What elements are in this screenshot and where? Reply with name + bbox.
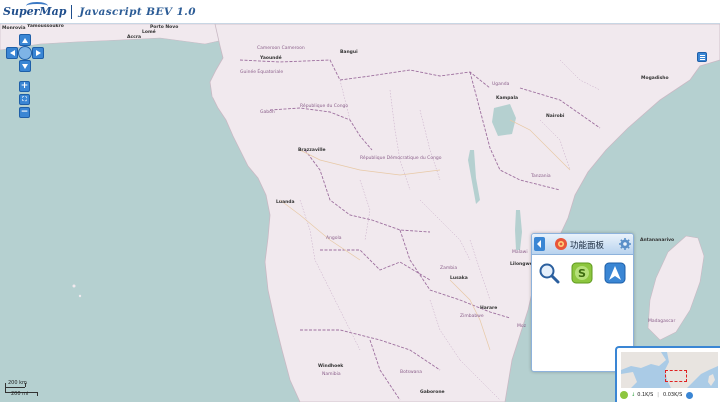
zoom-in-button[interactable]: +: [19, 81, 30, 92]
svg-text:S: S: [578, 267, 586, 280]
zoom-max-extent-button[interactable]: ⛶: [19, 94, 30, 105]
panel-logo-icon: [555, 238, 567, 250]
status-divider: |: [657, 392, 659, 398]
place-rdc: République Démocratique du Congo: [360, 156, 442, 161]
scale-tick: [25, 383, 26, 387]
place-windhoek: Windhoek: [318, 364, 344, 369]
place-monrovia: Monrovia: [2, 26, 26, 31]
place-botswana: Botswana: [400, 370, 422, 375]
s-logo-icon[interactable]: S: [571, 262, 593, 284]
logo-arc-icon: [26, 2, 48, 10]
place-kampala: Kampala: [496, 96, 519, 101]
place-antananarivo: Antananarivo: [640, 238, 675, 243]
place-mogadisho: Mogadisho: [641, 76, 669, 81]
overview-map[interactable]: ↓ 0.1K/S | 0.03K/S: [615, 346, 720, 402]
place-brazzaville: Brazzaville: [298, 148, 326, 153]
place-guinee-equatoriale: Guinée Équatoriale: [240, 70, 284, 75]
place-moz: Moz: [517, 324, 526, 329]
download-speed: 0.1K/S: [637, 392, 654, 398]
place-tanzania: Tanzania: [531, 174, 551, 179]
place-lilongwe: Lilongwe: [510, 262, 533, 267]
scale-mi-label: 200 mi: [11, 391, 29, 397]
pan-up-button[interactable]: [19, 34, 31, 46]
panel-header: 功能面板: [532, 234, 633, 255]
status-logo-icon: [620, 391, 628, 399]
place-nairobi: Nairobi: [546, 114, 565, 119]
place-angola: Angola: [326, 236, 342, 241]
place-bangui: Bangui: [340, 50, 358, 55]
scale-bar: 200 km 200 mi: [5, 380, 43, 397]
place-yamoussoukro: Yamoussoukro: [27, 24, 64, 29]
place-zimbabwe: Zimbabwe: [460, 314, 484, 319]
place-harare: Harare: [480, 306, 498, 311]
overview-extent-box[interactable]: [665, 370, 687, 382]
place-namibia: Namibia: [322, 372, 341, 377]
menu-line-icon: [700, 59, 705, 60]
zoom-out-button[interactable]: −: [19, 107, 30, 118]
panel-title: 功能面板: [570, 241, 605, 251]
app-title: Javascript BEV 1.0: [79, 5, 196, 18]
map-app: SuperMap Javascript BEV 1.0 Monrovia Yam…: [0, 0, 720, 402]
place-lusaka: Lusaka: [450, 276, 468, 281]
place-cameroon: Cameroon Cameroon: [257, 46, 305, 51]
place-malawi: Malawi: [512, 250, 528, 255]
place-zambia: Zambia: [440, 266, 458, 271]
chevron-left-icon[interactable]: [534, 237, 545, 251]
layer-switcher-button[interactable]: [697, 52, 707, 62]
place-uganda: Uganda: [492, 82, 510, 87]
menu-line-icon: [700, 55, 705, 56]
place-luanda: Luanda: [276, 200, 295, 205]
upload-speed: 0.03K/S: [662, 392, 683, 398]
scale-km-line: [5, 387, 25, 388]
place-gabon: Gabon: [260, 110, 275, 115]
header-divider: [71, 4, 73, 19]
place-gaborone: Gaborone: [420, 390, 445, 395]
network-status: ↓ 0.1K/S | 0.03K/S: [620, 389, 696, 401]
overview-map-view[interactable]: [621, 352, 718, 388]
place-lome: Lomé: [142, 30, 156, 35]
place-yaounde: Yaoundé: [260, 56, 282, 61]
pan-down-button[interactable]: [19, 60, 31, 72]
place-rep-du-congo: République du Congo: [300, 104, 349, 109]
place-accra: Accra: [127, 35, 142, 40]
scale-tick: [37, 392, 38, 396]
navigation-arrow-icon[interactable]: [604, 262, 626, 284]
scale-tick: [5, 383, 6, 392]
pan-right-button[interactable]: [32, 47, 44, 59]
arrow-down-icon: ↓: [631, 392, 636, 398]
menu-line-icon: [700, 57, 705, 58]
gear-icon[interactable]: [619, 238, 631, 250]
pan-left-button[interactable]: [6, 47, 18, 59]
app-header: SuperMap Javascript BEV 1.0: [0, 0, 720, 24]
pan-center-button[interactable]: [18, 46, 32, 60]
pan-control: [6, 34, 44, 72]
search-icon[interactable]: [538, 262, 560, 284]
place-madagascar: Madagascar: [648, 319, 676, 324]
globe-icon[interactable]: [686, 391, 694, 399]
